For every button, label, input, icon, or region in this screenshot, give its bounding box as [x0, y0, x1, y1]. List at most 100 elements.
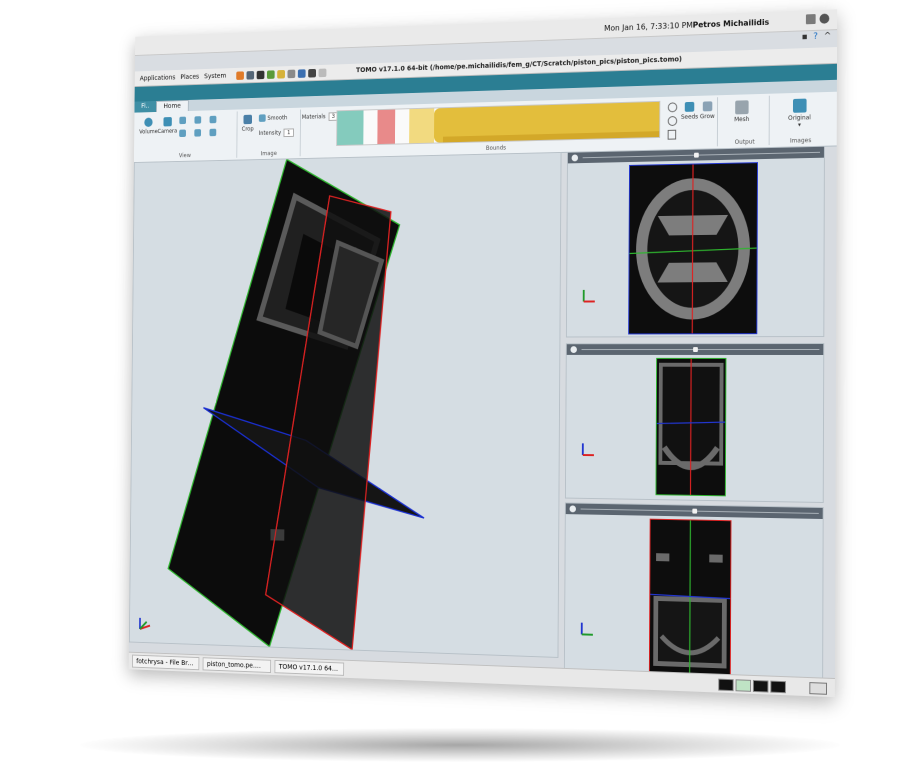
view-front-icon[interactable]: [179, 116, 187, 125]
mesh-label: Mesh: [734, 115, 750, 124]
app-icon[interactable]: [297, 68, 306, 78]
camera-icon: [163, 117, 172, 127]
tool-icon[interactable]: [308, 68, 317, 78]
workspace-3[interactable]: [752, 679, 769, 693]
bound-band-teal[interactable]: [337, 110, 364, 146]
slice-slider-handle[interactable]: [692, 508, 698, 514]
intensity-spinbox[interactable]: 1: [283, 128, 294, 138]
group-image-label: Image: [260, 150, 277, 158]
zoom-in-icon[interactable]: [667, 102, 678, 113]
power-icon[interactable]: [819, 13, 830, 24]
tab-file[interactable]: Fi..: [134, 100, 157, 113]
bound-band-yellow[interactable]: [409, 108, 435, 144]
view-right-icon[interactable]: [179, 129, 186, 138]
mesh-button[interactable]: Mesh: [734, 100, 749, 123]
intensity-label: Intensity: [258, 129, 282, 137]
slice-header-coronal: [566, 344, 824, 355]
calc-icon[interactable]: [287, 69, 296, 78]
slice-slider-track[interactable]: [580, 508, 819, 514]
view-back-icon[interactable]: [194, 116, 202, 124]
axial-slice-image[interactable]: [628, 162, 758, 334]
zoom-controls: [667, 102, 678, 140]
camera-button[interactable]: Camera: [157, 117, 177, 135]
zoom-out-icon[interactable]: [667, 116, 678, 127]
terminal-icon[interactable]: [256, 70, 265, 79]
grow-button[interactable]: Grow: [700, 101, 715, 120]
group-images: Original ▾ Images: [771, 94, 831, 145]
menu-places[interactable]: Places: [180, 73, 199, 81]
seeds-button[interactable]: Seeds: [680, 101, 699, 121]
collapse-icon[interactable]: ^: [824, 31, 831, 41]
bounds-histogram[interactable]: [336, 100, 661, 147]
tomo-app: Fi.. Home Volume Camera View Crop Smooth…: [128, 63, 837, 682]
chat-icon[interactable]: ▪: [802, 32, 808, 42]
slice-slider-track[interactable]: [582, 151, 821, 159]
trash-icon[interactable]: [809, 682, 828, 695]
intensity-control: Intensity 1: [258, 128, 294, 138]
group-output-label: Output: [734, 138, 755, 146]
workspace-4[interactable]: [770, 680, 786, 694]
original-icon: [792, 98, 807, 113]
screen: Mon Jan 16, 7:33:10 PM Petros Michailidi…: [128, 9, 838, 698]
bound-band-red[interactable]: [377, 109, 396, 145]
sagittal-slice-image[interactable]: [649, 519, 732, 675]
mesh-icon: [735, 100, 749, 115]
camera-reset-icon[interactable]: [569, 505, 576, 513]
slice-slider-handle[interactable]: [694, 152, 699, 158]
slice-slider-track[interactable]: [581, 349, 820, 351]
camera-reset-icon[interactable]: [571, 154, 579, 162]
mail-icon[interactable]: [246, 70, 255, 80]
taskbar-item-piston[interactable]: piston_tomo.pe.mich...: [202, 657, 272, 674]
slice-view-sagittal[interactable]: [563, 502, 824, 682]
materials-label: Materials: [301, 113, 326, 121]
smooth-button[interactable]: Smooth: [258, 114, 287, 122]
crop-label: Crop: [241, 125, 254, 133]
page-icon[interactable]: [667, 129, 677, 140]
viewport-3d[interactable]: [128, 151, 562, 658]
coronal-slice-drawing: [656, 359, 725, 495]
crop-button[interactable]: Crop: [241, 114, 254, 133]
axial-slice-drawing: [629, 163, 757, 333]
files-icon[interactable]: [277, 69, 286, 79]
firefox-icon[interactable]: [236, 70, 245, 80]
seeds-label: Seeds: [680, 113, 699, 121]
original-button[interactable]: Original ▾: [788, 98, 811, 129]
volume-icon[interactable]: [805, 14, 816, 25]
coronal-slice-image[interactable]: [655, 358, 726, 496]
doc-icon[interactable]: [318, 68, 327, 77]
grow-icon: [702, 101, 713, 112]
group-bounds: Materials 3 Bounds: [301, 99, 662, 156]
materials-control: Materials 3: [302, 112, 339, 121]
workspace-switcher: [718, 678, 786, 694]
user-name[interactable]: Petros Michailidis: [693, 18, 770, 30]
axis-triad-icon: [137, 616, 152, 633]
3d-scene: [130, 153, 561, 657]
view-bottom-icon[interactable]: [209, 128, 217, 137]
group-output: Mesh Output: [720, 95, 770, 147]
dropdown-icon[interactable]: ▾: [788, 121, 811, 129]
workspace-2[interactable]: [735, 679, 752, 692]
view-left-icon[interactable]: [209, 115, 217, 124]
volume-button[interactable]: Volume: [139, 117, 158, 135]
view-top-icon[interactable]: [194, 129, 202, 137]
volume-icon: [144, 117, 153, 127]
slice-slider-handle[interactable]: [693, 347, 698, 352]
taskbar-item-file-browser[interactable]: fotchrysa - File Brow...: [132, 654, 200, 671]
editor-icon[interactable]: [267, 69, 275, 79]
slice-view-axial[interactable]: [565, 145, 825, 338]
launchers: [236, 68, 327, 80]
group-view: Volume Camera View: [133, 111, 238, 161]
group-tools: Seeds Grow: [667, 97, 719, 148]
clock[interactable]: Mon Jan 16, 7:33:10 PM: [604, 21, 693, 33]
crop-icon: [243, 114, 253, 125]
help-icon[interactable]: ?: [813, 32, 818, 42]
slice-view-coronal[interactable]: [564, 343, 825, 504]
group-view-label: View: [178, 152, 191, 160]
workspace-1[interactable]: [718, 678, 734, 692]
menu-system[interactable]: System: [204, 72, 226, 80]
view-orientation-grid: [179, 115, 220, 138]
slice-header-sagittal: [565, 503, 823, 520]
camera-reset-icon[interactable]: [570, 346, 577, 353]
menu-applications[interactable]: Applications: [140, 74, 176, 83]
taskbar-item-tomo[interactable]: TOMO v17.1.0 64-bit...: [274, 659, 345, 676]
